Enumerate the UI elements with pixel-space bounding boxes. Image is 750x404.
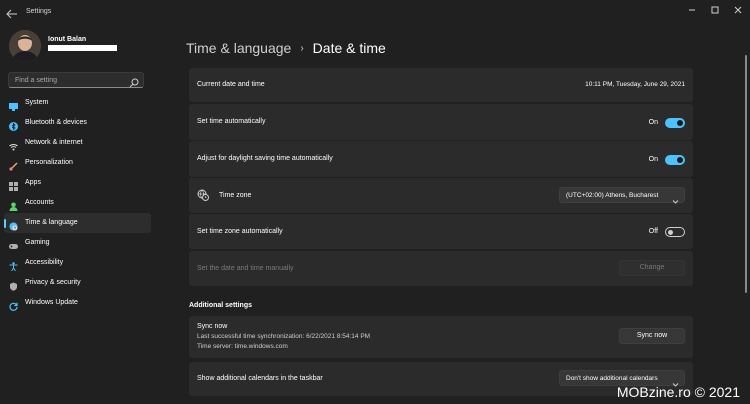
bluetooth-icon xyxy=(9,118,18,131)
manual-time-label: Set the date and time manually xyxy=(197,265,294,272)
back-arrow-icon[interactable] xyxy=(6,6,22,20)
time-zone-label: Time zone xyxy=(219,192,252,199)
close-icon[interactable] xyxy=(730,3,746,15)
last-sync-text: Last successful time synchronization: 6/… xyxy=(197,333,371,340)
apps-icon xyxy=(9,178,18,191)
breadcrumb: Time & language › Date & time xyxy=(186,40,386,60)
sidebar-item-accessibility[interactable]: Accessibility xyxy=(4,253,151,273)
brush-icon xyxy=(9,158,18,171)
sidebar-item-label: Accounts xyxy=(25,199,54,206)
additional-calendars-label: Show additional calendars in the taskbar xyxy=(197,375,323,382)
minimize-icon[interactable] xyxy=(684,3,700,15)
sidebar-item-label: Accessibility xyxy=(25,259,64,266)
sidebar-item-label: Apps xyxy=(25,179,41,186)
watermark: MOBzine.ro © 2021 xyxy=(616,384,740,400)
sidebar: Ionut Balan Find a setting System Blueto… xyxy=(0,28,160,404)
sync-now-button[interactable]: Sync now xyxy=(619,328,685,344)
sidebar-item-windows-update[interactable]: Windows Update xyxy=(4,293,151,313)
set-time-auto-label: Set time automatically xyxy=(197,118,266,125)
update-icon xyxy=(9,298,18,311)
current-date-time-value: 10:11 PM, Tuesday, June 29, 2021 xyxy=(585,81,685,88)
sidebar-item-system[interactable]: System xyxy=(4,93,151,113)
sidebar-item-label: Time & language xyxy=(25,219,78,226)
sidebar-item-label: System xyxy=(25,99,49,106)
title-bar: Settings xyxy=(0,0,750,28)
window-title: Settings xyxy=(26,8,52,15)
sidebar-item-network[interactable]: Network & internet xyxy=(4,133,151,153)
sidebar-item-personalization[interactable]: Personalization xyxy=(4,153,151,173)
selection-indicator xyxy=(4,219,6,228)
tz-auto-toggle[interactable] xyxy=(665,227,685,237)
sidebar-item-gaming[interactable]: Gaming xyxy=(4,233,151,253)
dst-card: Adjust for daylight saving time automati… xyxy=(189,141,693,177)
accessibility-icon xyxy=(9,258,18,272)
change-button[interactable]: Change xyxy=(619,260,685,276)
sidebar-item-privacy[interactable]: Privacy & security xyxy=(4,273,151,293)
sidebar-item-label: Bluetooth & devices xyxy=(25,119,87,126)
set-time-auto-card: Set time automatically On xyxy=(189,104,693,140)
sync-label: Sync now xyxy=(197,323,228,330)
current-date-time-label: Current date and time xyxy=(197,81,265,88)
globe-clock-icon xyxy=(197,188,209,206)
breadcrumb-parent[interactable]: Time & language xyxy=(186,40,291,56)
sidebar-item-bluetooth[interactable]: Bluetooth & devices xyxy=(4,113,151,133)
sidebar-item-label: Personalization xyxy=(25,159,73,166)
time-zone-value: (UTC+02:00) Athens, Bucharest xyxy=(566,192,659,199)
chevron-down-icon xyxy=(672,192,679,204)
toggle-state-text: On xyxy=(648,156,658,163)
additional-calendars-value: Don't show additional calendars xyxy=(566,375,658,382)
accounts-icon xyxy=(9,198,18,211)
sidebar-item-label: Network & internet xyxy=(25,139,83,146)
avatar[interactable] xyxy=(9,30,41,62)
gamepad-icon xyxy=(9,238,18,249)
sidebar-item-apps[interactable]: Apps xyxy=(4,173,151,193)
chevron-down-icon xyxy=(672,375,679,387)
tz-auto-label: Set time zone automatically xyxy=(197,228,283,235)
time-zone-dropdown[interactable]: (UTC+02:00) Athens, Bucharest xyxy=(559,187,685,204)
manual-time-card: Set the date and time manually Change xyxy=(189,251,693,286)
sidebar-item-label: Gaming xyxy=(25,239,50,246)
sidebar-item-accounts[interactable]: Accounts xyxy=(4,193,151,213)
shield-icon xyxy=(9,278,18,291)
wifi-icon xyxy=(9,138,18,151)
toggle-state-text: Off xyxy=(648,228,658,235)
sync-card: Sync now Last successful time synchroniz… xyxy=(189,316,693,358)
sidebar-nav: System Bluetooth & devices Network & int… xyxy=(4,93,151,313)
current-date-time-card: Current date and time 10:11 PM, Tuesday,… xyxy=(189,68,693,102)
user-email-redacted xyxy=(48,45,117,51)
dst-label: Adjust for daylight saving time automati… xyxy=(197,155,333,162)
globe-clock-icon xyxy=(9,218,18,231)
sidebar-item-label: Privacy & security xyxy=(25,279,81,286)
tz-auto-card: Set time zone automatically Off xyxy=(189,214,693,249)
sidebar-item-time-language[interactable]: Time & language xyxy=(4,213,151,233)
search-placeholder: Find a setting xyxy=(15,77,58,84)
page-title: Date & time xyxy=(312,40,386,56)
sidebar-item-label: Windows Update xyxy=(25,299,78,306)
maximize-icon[interactable] xyxy=(707,3,723,15)
chevron-right-icon: › xyxy=(300,43,304,54)
system-icon xyxy=(9,98,18,111)
set-time-auto-toggle[interactable] xyxy=(665,118,685,128)
user-name: Ionut Balan xyxy=(48,36,87,43)
scrollbar[interactable] xyxy=(745,55,747,293)
search-box[interactable]: Find a setting xyxy=(8,72,144,88)
dst-toggle[interactable] xyxy=(665,155,685,165)
search-icon[interactable] xyxy=(129,75,139,88)
toggle-state-text: On xyxy=(648,119,658,126)
time-zone-card: Time zone (UTC+02:00) Athens, Bucharest xyxy=(189,178,693,213)
time-server-text: Time server: time.windows.com xyxy=(197,343,288,350)
additional-settings-heading: Additional settings xyxy=(189,302,252,309)
